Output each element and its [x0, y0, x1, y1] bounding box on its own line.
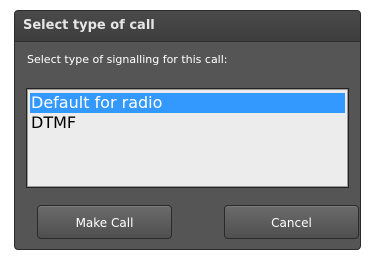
signalling-prompt-label: Select type of signalling for this call: — [27, 53, 228, 66]
dialog-titlebar[interactable]: Select type of call — [15, 11, 360, 42]
select-call-type-dialog: Select type of call Select type of signa… — [14, 10, 361, 250]
dialog-content: Select type of signalling for this call:… — [25, 53, 359, 239]
make-call-button[interactable]: Make Call — [37, 205, 172, 239]
list-item-default-for-radio[interactable]: Default for radio — [30, 93, 345, 113]
signalling-type-listbox[interactable]: Default for radio DTMF — [26, 88, 349, 188]
dialog-title: Select type of call — [23, 18, 155, 33]
cancel-button[interactable]: Cancel — [224, 205, 359, 239]
list-item-dtmf[interactable]: DTMF — [30, 113, 345, 133]
